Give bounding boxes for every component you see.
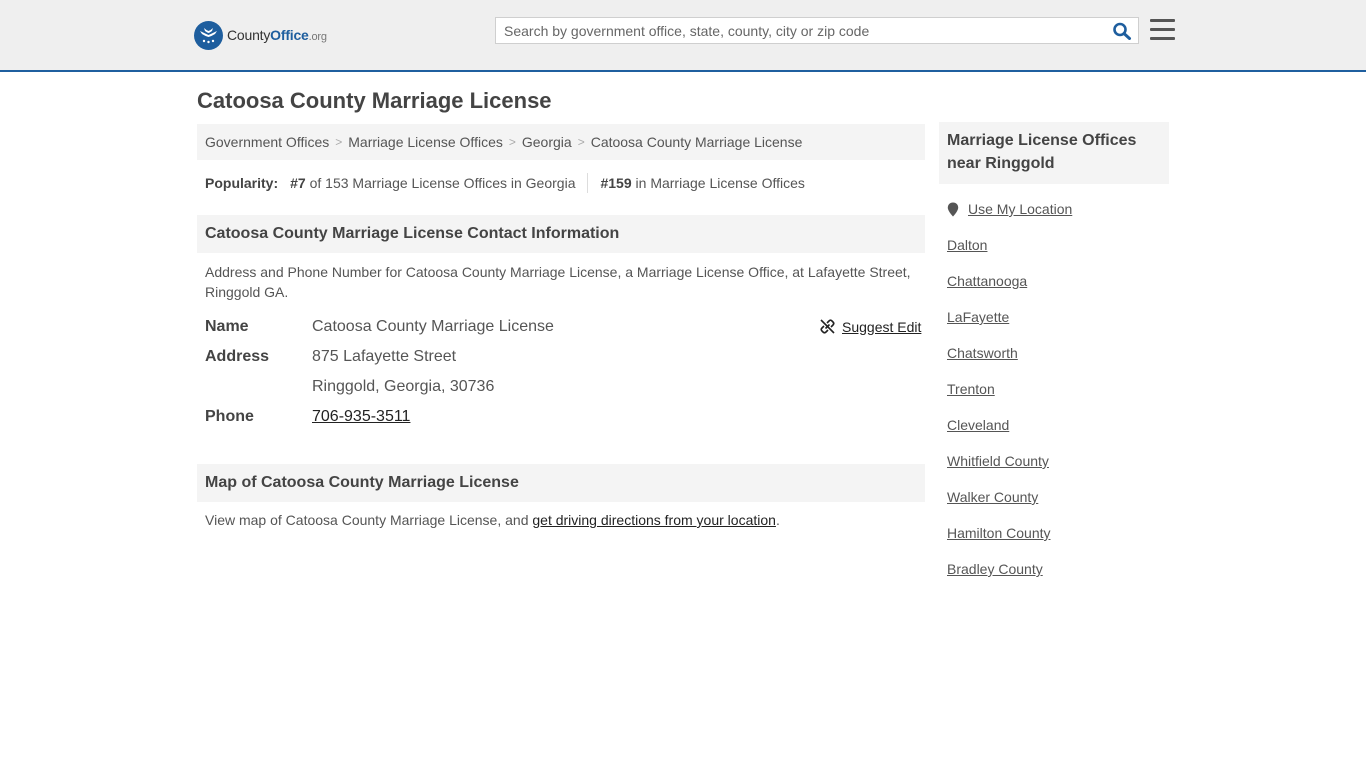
list-item: Hamilton County (947, 525, 1051, 561)
logo-text-office: Office (270, 27, 309, 43)
address-label: Address (205, 348, 270, 365)
breadcrumb-current: Catoosa County Marriage License (590, 134, 803, 150)
state-rank: #7 (290, 175, 306, 191)
map-text-after: . (775, 512, 780, 528)
popularity-divider (587, 173, 589, 193)
state-rank-text: of 153 Marriage License Offices in Georg… (309, 175, 576, 191)
nearby-link-trenton[interactable]: Trenton (947, 381, 995, 397)
map-heading: Map of Catoosa County Marriage License (197, 464, 925, 502)
logo-wordmark: CountyOffice.org (227, 27, 327, 43)
search-input[interactable] (496, 18, 1106, 43)
use-my-location-link[interactable]: Use My Location (968, 201, 1072, 217)
list-item: Cleveland (947, 417, 1051, 453)
hamburger-menu-icon[interactable] (1150, 19, 1175, 41)
nearby-link-dalton[interactable]: Dalton (947, 237, 987, 253)
site-logo[interactable]: CountyOffice.org (194, 20, 327, 50)
phone-label: Phone (205, 408, 254, 425)
nearby-link-bradley-county[interactable]: Bradley County (947, 561, 1043, 577)
nearby-link-chatsworth[interactable]: Chatsworth (947, 345, 1018, 361)
name-label: Name (205, 318, 249, 335)
list-item: Chatsworth (947, 345, 1051, 381)
menu-line (1150, 37, 1175, 40)
breadcrumb: Government Offices > Marriage License Of… (197, 124, 925, 160)
phone-value: 706-935-3511 (312, 408, 410, 426)
contact-info-heading: Catoosa County Marriage License Contact … (197, 215, 925, 253)
list-item: Whitfield County (947, 453, 1051, 489)
search-button[interactable] (1112, 22, 1132, 40)
nearby-link-whitfield-county[interactable]: Whitfield County (947, 453, 1049, 469)
popularity-label: Popularity: (205, 175, 279, 191)
suggest-edit-text[interactable]: Suggest Edit (842, 319, 921, 335)
address-line-1: 875 Lafayette Street (312, 348, 457, 365)
page-title: Catoosa County Marriage License (197, 88, 552, 113)
site-header: CountyOffice.org (0, 0, 1366, 72)
nearby-link-cleveland[interactable]: Cleveland (947, 417, 1009, 433)
nearby-link-hamilton-county[interactable]: Hamilton County (947, 525, 1051, 541)
nearby-link-lafayette[interactable]: LaFayette (947, 309, 1009, 325)
map-description: View map of Catoosa County Marriage Lice… (205, 510, 917, 530)
national-rank: #159 (600, 175, 632, 191)
broken-link-edit-icon (820, 319, 835, 334)
nearby-offices-list: Dalton Chattanooga LaFayette Chatsworth … (947, 237, 1051, 597)
eagle-logo-icon (194, 20, 223, 50)
breadcrumb-link-georgia[interactable]: Georgia (522, 134, 572, 150)
phone-link[interactable]: 706-935-3511 (312, 408, 410, 425)
list-item: Bradley County (947, 561, 1051, 597)
suggest-edit-link[interactable]: Suggest Edit (819, 318, 921, 335)
name-value: Catoosa County Marriage License (312, 318, 554, 335)
address-line-2: Ringgold, Georgia, 30736 (312, 378, 495, 395)
logo-text-org: .org (308, 31, 327, 43)
nearby-link-walker-county[interactable]: Walker County (947, 489, 1038, 505)
search-icon (1113, 22, 1131, 40)
breadcrumb-separator-icon: > (508, 135, 516, 149)
popularity-row: Popularity: #7 of 153 Marriage License O… (205, 173, 805, 193)
contact-description: Address and Phone Number for Catoosa Cou… (205, 264, 911, 300)
breadcrumb-separator-icon: > (577, 135, 585, 149)
search-bar (495, 17, 1139, 44)
menu-line (1150, 19, 1175, 22)
list-item: Trenton (947, 381, 1051, 417)
breadcrumb-link-government-offices[interactable]: Government Offices (205, 134, 329, 150)
menu-line (1150, 28, 1175, 31)
use-my-location[interactable]: Use My Location (947, 201, 1072, 217)
nearby-link-chattanooga[interactable]: Chattanooga (947, 273, 1027, 289)
list-item: Dalton (947, 237, 1051, 273)
list-item: Chattanooga (947, 273, 1051, 309)
sidebar-heading: Marriage License Offices near Ringgold (939, 122, 1169, 184)
logo-text-county: County (227, 27, 271, 43)
map-text-before: View map of Catoosa County Marriage Lice… (205, 512, 533, 528)
list-item: LaFayette (947, 309, 1051, 345)
map-pin-icon (947, 202, 959, 216)
national-rank-text: in Marriage License Offices (635, 175, 805, 191)
breadcrumb-link-marriage-license-offices[interactable]: Marriage License Offices (348, 134, 503, 150)
breadcrumb-separator-icon: > (335, 135, 343, 149)
driving-directions-link[interactable]: get driving directions from your locatio… (532, 512, 776, 528)
list-item: Walker County (947, 489, 1051, 525)
